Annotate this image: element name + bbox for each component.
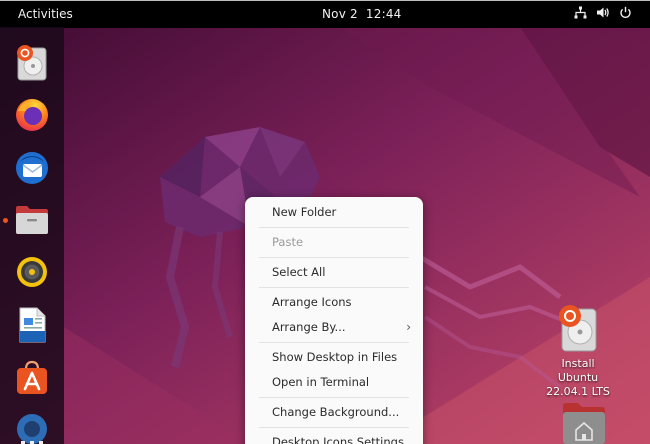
top-bar: Activities Nov 2 12:44 (0, 0, 650, 28)
menu-item-new-folder[interactable]: New Folder (245, 200, 423, 224)
dock-item-firefox[interactable] (10, 93, 54, 137)
desktop-icon-label: 22.04.1 LTS (546, 385, 610, 398)
menu-separator (259, 427, 409, 428)
app-grid-icon (21, 441, 43, 444)
power-icon[interactable] (619, 6, 632, 19)
desktop-icon-install-ubuntu[interactable]: Install Ubuntu 22.04.1 LTS (540, 303, 616, 399)
menu-item-label: Arrange By... (272, 320, 346, 334)
menu-item-select-all[interactable]: Select All (245, 260, 423, 284)
system-tray[interactable] (574, 6, 632, 19)
libreoffice-writer-icon (19, 307, 46, 343)
menu-item-open-in-terminal[interactable]: Open in Terminal (245, 370, 423, 394)
clock-time: 12:44 (365, 7, 402, 21)
ubuntu-installer-icon (559, 305, 597, 352)
menu-item-arrange-by[interactable]: Arrange By... › (245, 315, 423, 339)
menu-separator (259, 287, 409, 288)
running-indicator (3, 218, 8, 223)
dock-item-files[interactable] (10, 198, 54, 242)
menu-item-arrange-icons[interactable]: Arrange Icons (245, 290, 423, 314)
menu-item-show-desktop-in-files[interactable]: Show Desktop in Files (245, 345, 423, 369)
desktop-icon-home[interactable] (558, 400, 610, 444)
clock-date: Nov 2 (322, 7, 358, 21)
thunderbird-icon (16, 152, 48, 184)
rhythmbox-icon (17, 257, 47, 287)
show-apps-button[interactable] (10, 432, 54, 444)
ubuntu-installer-icon (17, 45, 47, 81)
volume-icon[interactable] (596, 6, 610, 19)
dock-item-software[interactable] (10, 355, 54, 399)
desktop-icon-label: Install Ubuntu (557, 357, 599, 384)
ubuntu-desktop: Activities Nov 2 12:44 Install Ubuntu 22… (0, 0, 650, 444)
firefox-icon (16, 99, 48, 131)
clock[interactable]: Nov 2 12:44 (322, 7, 402, 21)
dock-item-thunderbird[interactable] (10, 146, 54, 190)
desktop-context-menu: New Folder Paste Select All Arrange Icon… (245, 197, 423, 444)
dock (0, 27, 64, 444)
network-icon[interactable] (574, 6, 587, 19)
dock-item-installer[interactable] (10, 41, 54, 85)
chevron-right-icon: › (406, 320, 411, 334)
dock-item-rhythmbox[interactable] (10, 250, 54, 294)
menu-separator (259, 257, 409, 258)
menu-separator (259, 227, 409, 228)
menu-item-change-background[interactable]: Change Background... (245, 400, 423, 424)
dock-item-writer[interactable] (10, 303, 54, 347)
menu-item-paste: Paste (272, 235, 304, 249)
software-icon (17, 360, 47, 394)
home-folder-icon (563, 403, 605, 444)
menu-separator (259, 342, 409, 343)
menu-separator (259, 397, 409, 398)
menu-item-desktop-icons-settings[interactable]: Desktop Icons Settings (245, 430, 423, 444)
activities-button[interactable]: Activities (18, 7, 73, 21)
files-icon (16, 206, 48, 234)
